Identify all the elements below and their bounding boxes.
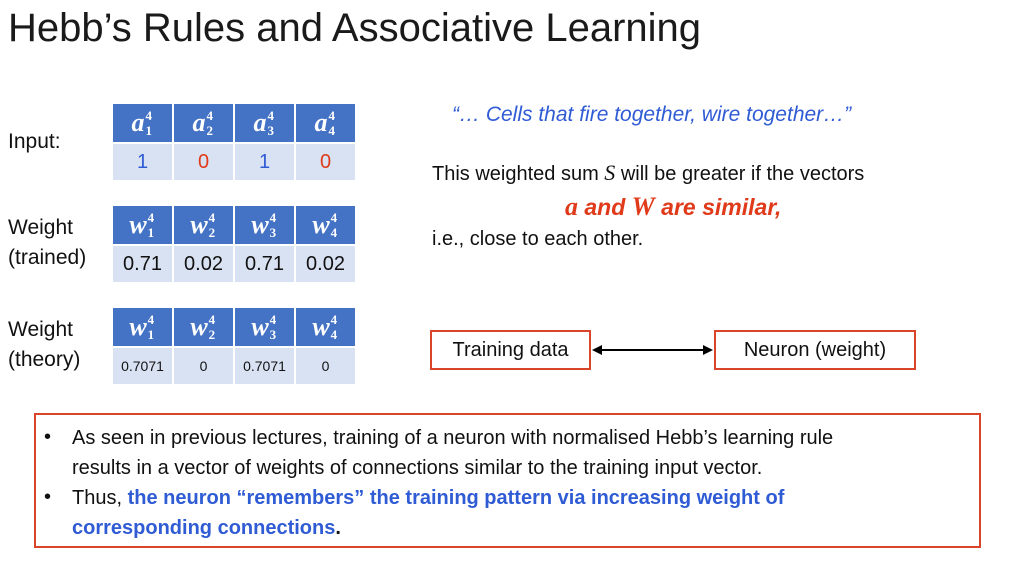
weight-theory-value-cell: 0	[172, 346, 235, 386]
weight-trained-value-cell: 0.71	[111, 244, 174, 284]
input-value-cell: 1	[111, 142, 174, 182]
weight-trained-header-cell: w42	[172, 204, 235, 246]
weight-trained-header-cell: w41	[111, 204, 174, 246]
weight-theory-header-cell: w44	[294, 306, 357, 348]
weight-trained-header-cell: w44	[294, 204, 357, 246]
weight-theory-header-cell: w41	[111, 306, 174, 348]
input-value-cell: 0	[172, 142, 235, 182]
weight-trained-value-cell: 0.71	[233, 244, 296, 284]
weight-trained-value-cell: 0.02	[294, 244, 357, 284]
input-header-cell: a41	[111, 102, 174, 144]
input-value-cell: 1	[233, 142, 296, 182]
slide-title: Hebb’s Rules and Associative Learning	[8, 6, 702, 50]
weight-trained-header-cell: w43	[233, 204, 296, 246]
weight-theory-value-cell: 0.7071	[233, 346, 296, 386]
weight-theory-header-cell: w42	[172, 306, 235, 348]
bullet-1-line2: results in a vector of weights of connec…	[72, 457, 763, 479]
weight-theory-label: Weight (theory)	[8, 315, 80, 375]
input-vector-table: a41 a42 a43 a44 1 0 1 0	[111, 102, 357, 182]
weight-theory-label-line1: Weight	[8, 318, 73, 341]
weighted-sum-text: This weighted sum S will be greater if t…	[432, 160, 865, 185]
weight-theory-header-row: w41 w42 w43 w44	[111, 306, 357, 348]
bullet-2: Thus, the neuron “remembers” the trainin…	[72, 483, 784, 543]
double-arrow-icon	[592, 345, 713, 355]
input-value-cell: 0	[294, 142, 357, 182]
input-header-cell: a43	[233, 102, 296, 144]
weight-trained-label: Weight (trained)	[8, 213, 86, 273]
input-header-row: a41 a42 a43 a44	[111, 102, 357, 144]
weight-theory-table: w41 w42 w43 w44 0.7071 0 0.7071 0	[111, 306, 357, 386]
weight-trained-header-row: w41 w42 w43 w44	[111, 204, 357, 246]
weight-theory-value-cell: 0	[294, 346, 357, 386]
weight-theory-value-cell: 0.7071	[111, 346, 174, 386]
training-data-box: Training data	[430, 330, 591, 370]
summary-box: • As seen in previous lectures, training…	[34, 413, 981, 548]
weight-theory-value-row: 0.7071 0 0.7071 0	[111, 346, 357, 386]
bullet-2-line1: Thus, the neuron “remembers” the trainin…	[72, 487, 785, 509]
input-value-row: 1 0 1 0	[111, 142, 357, 182]
weight-trained-value-row: 0.71 0.02 0.71 0.02	[111, 244, 357, 284]
bullet-marker: •	[44, 426, 52, 448]
weight-trained-label-line2: (trained)	[8, 246, 87, 269]
bullet-1-line1: As seen in previous lectures, training o…	[72, 427, 834, 449]
input-header-cell: a44	[294, 102, 357, 144]
neuron-weight-box: Neuron (weight)	[714, 330, 916, 370]
weight-trained-label-line1: Weight	[8, 216, 73, 239]
similarity-statement: a and W are similar,	[565, 192, 782, 221]
weight-theory-header-cell: w43	[233, 306, 296, 348]
input-label: Input:	[8, 130, 61, 153]
weight-trained-table: w41 w42 w43 w44 0.71 0.02 0.71 0.02	[111, 204, 357, 284]
close-text: i.e., close to each other.	[432, 228, 644, 250]
bullet-marker: •	[44, 486, 52, 508]
bullet-2-line2: corresponding connections.	[72, 517, 341, 539]
hebb-quote: “… Cells that fire together, wire togeth…	[452, 103, 852, 126]
sum-symbol: S	[604, 160, 616, 185]
bullet-1: As seen in previous lectures, training o…	[72, 423, 833, 483]
weight-trained-value-cell: 0.02	[172, 244, 235, 284]
input-header-cell: a42	[172, 102, 235, 144]
weight-theory-label-line2: (theory)	[8, 348, 81, 371]
